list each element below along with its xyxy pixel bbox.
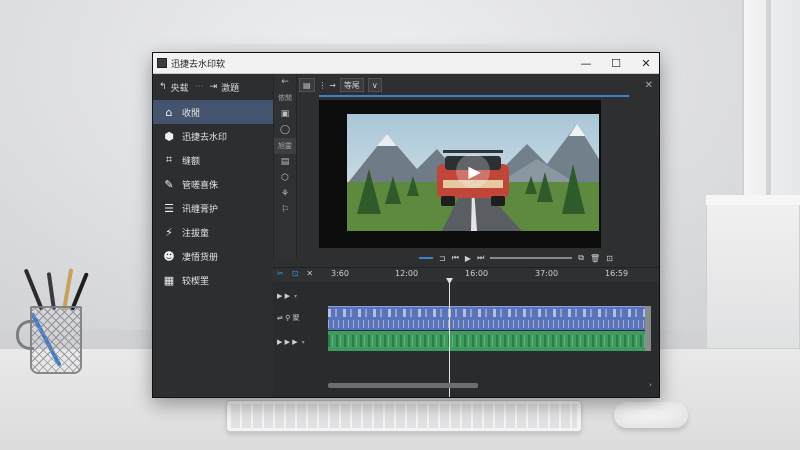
next-frame-icon[interactable]: ⏭ — [477, 253, 484, 263]
clip-end-handle[interactable] — [645, 306, 651, 351]
timeline: ✂ ⊡ ✕ 3:60 12:00 16:00 37:00 16:59 ▶ ▶ ▾… — [273, 267, 659, 397]
tool-label: 侬閒 — [278, 94, 292, 102]
ratio-dropdown[interactable]: 等尾 — [339, 78, 364, 92]
app-logo-icon — [157, 58, 167, 68]
scroll-right-icon[interactable]: › — [649, 381, 652, 389]
preview-toolbar: ▤ ⋮ → 等尾 ∨ ✕ — [299, 77, 659, 93]
transport-controls: ⊐ ⏮ ▶ ⏭ ⧉ 🗑 ⊡ — [419, 251, 659, 265]
tool-effect-icon[interactable]: ⚘ — [274, 186, 296, 202]
list-icon: ☰ — [164, 201, 174, 215]
loop-icon[interactable]: ⊐ — [439, 254, 446, 263]
forward-icon[interactable]: ⇥ — [210, 82, 218, 92]
sidebar-item-label: 收閒 — [182, 108, 201, 119]
video-frame: ▶ — [347, 114, 599, 231]
sidebar-item-crop[interactable]: ⌗ 缝额 — [153, 148, 273, 172]
video-track-clip[interactable] — [328, 306, 648, 330]
window-title: 迅捷去水印软 — [171, 59, 226, 70]
tool-column: ← 侬閒 ▣ ◯ 旭靈 ▤ ⬡ ⚘ ⚐ — [273, 74, 297, 259]
sidebar-item-home[interactable]: ⌂ 收閒 — [153, 100, 273, 124]
separator-dots: ⋯ — [194, 82, 204, 92]
audio-track-clip[interactable] — [328, 331, 648, 351]
sidebar: ↰ 央载 ⋯ ⇥ 激題 ⌂ 收閒 ⬢ 迅捷去水印 ⌗ 缝额 ✎ 管嗟喜侏 ☰ 讯… — [153, 74, 273, 397]
ratio-dropdown-label: 等尾 — [343, 80, 360, 90]
track-dropdown-icon[interactable]: ▾ — [294, 293, 297, 300]
sidebar-item-label: 较楔罜 — [182, 276, 210, 287]
track-icons[interactable]: ▶ ▶ — [277, 292, 290, 300]
timeline-scrollbar[interactable] — [328, 383, 478, 388]
play-icon: ▶ — [468, 161, 481, 181]
fullscreen-icon[interactable]: ⊡ — [606, 254, 613, 263]
sidebar-item-label: 凄悟货册 — [182, 252, 219, 263]
cube-icon: ⬢ — [164, 129, 174, 143]
grid-icon: ▦ — [163, 273, 175, 287]
cut-icon[interactable]: ✂ — [277, 269, 284, 278]
track-icons[interactable]: ⇌ ⚲ 聚 — [277, 313, 299, 323]
wall-cabinet — [706, 195, 800, 364]
preview-progress-line — [319, 95, 629, 97]
snap-icon[interactable]: ⊡ — [292, 269, 299, 278]
people-icon: ☻ — [163, 249, 175, 263]
play-button[interactable]: ▶ — [465, 254, 471, 263]
app-window: 迅捷去水印软 — ☐ ✕ ↰ 央载 ⋯ ⇥ 激題 ⌂ 收閒 ⬢ 迅捷去水印 ⌗ … — [152, 52, 660, 398]
sidebar-header: ↰ 央载 ⋯ ⇥ 激題 — [153, 74, 273, 100]
sidebar-item-list[interactable]: ☰ 讯缠膏护 — [153, 196, 273, 220]
sidebar-back-label[interactable]: 央载 — [171, 81, 189, 94]
minimize-button[interactable]: — — [571, 53, 601, 74]
tool-layers-icon[interactable]: ▤ — [274, 154, 296, 170]
track-controls-1[interactable]: ▶ ▶ ▾ — [277, 288, 323, 304]
sidebar-item-label: 管嗟喜侏 — [182, 180, 219, 191]
sidebar-item-label: 注拔童 — [182, 228, 210, 239]
video-preview[interactable]: ▶ — [319, 100, 601, 248]
tool-box-icon[interactable]: ▣ — [274, 106, 296, 122]
delete-icon[interactable]: ✕ — [306, 269, 313, 278]
tool-label: 旭靈 — [274, 138, 296, 154]
sidebar-item-label: 缝额 — [182, 156, 201, 167]
mouse — [614, 402, 688, 428]
tool-circle-icon[interactable]: ◯ — [274, 122, 296, 138]
maximize-button[interactable]: ☐ — [601, 53, 631, 74]
time-tick: 37:00 — [535, 269, 559, 278]
tool-flag-icon[interactable]: ⚐ — [274, 202, 296, 218]
volume-slider[interactable] — [490, 257, 573, 259]
sidebar-item-watermark[interactable]: ⬢ 迅捷去水印 — [153, 124, 273, 148]
prev-frame-icon[interactable]: ⏮ — [452, 253, 459, 263]
sidebar-item-label: 讯缠膏护 — [182, 204, 219, 215]
preview-close-icon[interactable]: ✕ — [645, 80, 653, 91]
track-controls-2[interactable]: ⇌ ⚲ 聚 — [277, 310, 323, 326]
transport-progress — [419, 257, 433, 259]
track-dropdown-icon[interactable]: ▾ — [302, 339, 305, 346]
pen-holder — [16, 268, 89, 374]
time-tick: 16:59 — [605, 269, 629, 278]
tool-hex-icon[interactable]: ⬡ — [274, 170, 296, 186]
back-arrow-icon[interactable]: ↰ — [159, 82, 167, 92]
layout-icon[interactable]: ▤ — [299, 78, 315, 92]
track-controls-3[interactable]: ▶ ▶ ▶ ▾ — [277, 334, 323, 350]
wand-icon: ⚡ — [165, 225, 173, 239]
split-icon[interactable]: ⋮ → — [319, 81, 336, 90]
copy-icon[interactable]: ⧉ — [578, 253, 584, 263]
chevron-down-icon[interactable]: ∨ — [367, 78, 382, 92]
tool-back-arrow-icon[interactable]: ← — [274, 74, 296, 90]
sidebar-item-people[interactable]: ☻ 凄悟货册 — [153, 244, 273, 268]
sidebar-item-wand[interactable]: ⚡ 注拔童 — [153, 220, 273, 244]
sidebar-item-grid[interactable]: ▦ 较楔罜 — [153, 268, 273, 292]
sidebar-item-edit[interactable]: ✎ 管嗟喜侏 — [153, 172, 273, 196]
sidebar-right-label[interactable]: 激題 — [221, 81, 239, 94]
time-tick: 12:00 — [395, 269, 419, 278]
room-window — [742, 0, 800, 210]
title-bar: 迅捷去水印软 — ☐ ✕ — [153, 53, 659, 74]
timeline-ruler: ✂ ⊡ ✕ 3:60 12:00 16:00 37:00 16:59 — [273, 268, 659, 282]
time-tick: 16:00 — [465, 269, 489, 278]
edit-icon: ✎ — [164, 177, 174, 191]
playhead[interactable] — [449, 282, 450, 397]
trash-icon[interactable]: 🗑 — [590, 254, 600, 263]
close-button[interactable]: ✕ — [631, 53, 659, 74]
play-overlay-button[interactable]: ▶ — [456, 154, 490, 188]
sidebar-item-label: 迅捷去水印 — [182, 132, 228, 143]
home-icon: ⌂ — [165, 105, 173, 119]
time-tick: 3:60 — [331, 269, 349, 278]
keyboard — [226, 400, 582, 432]
crop-icon: ⌗ — [165, 153, 173, 166]
track-icons[interactable]: ▶ ▶ ▶ — [277, 338, 298, 346]
